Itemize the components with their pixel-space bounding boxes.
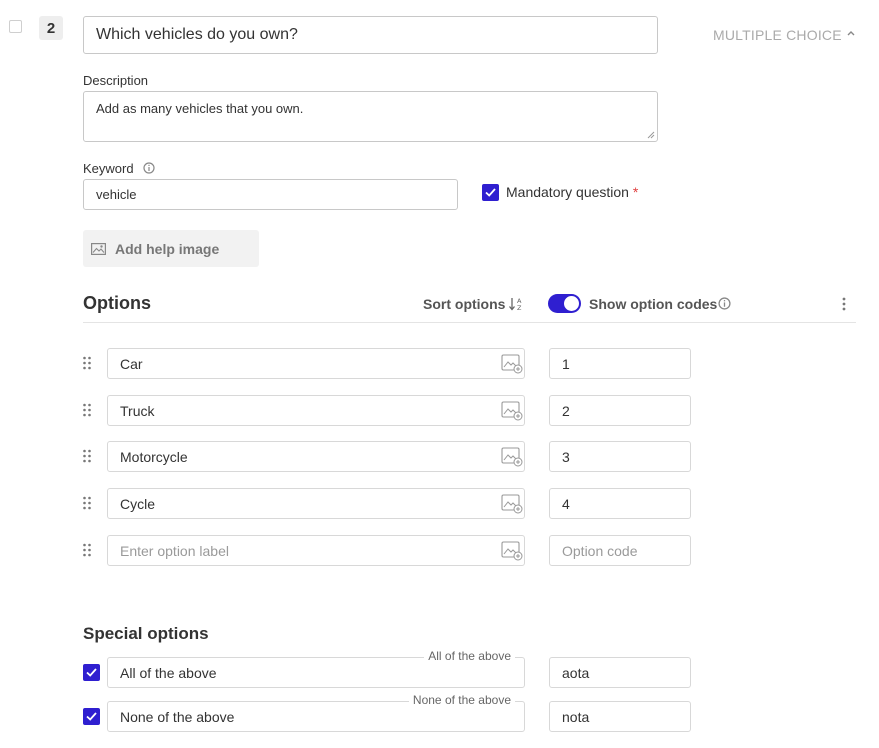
checkmark-icon [86, 712, 97, 721]
more-vertical-icon[interactable] [839, 296, 849, 312]
special-option-label-text: None of the above [120, 708, 235, 725]
option-label-text: Truck [120, 402, 155, 419]
mandatory-label-text: Mandatory question [506, 184, 629, 200]
add-option-image-icon[interactable] [501, 354, 523, 374]
option-code-input[interactable]: 3 [549, 441, 691, 472]
special-option-code-input[interactable]: aota [549, 657, 691, 688]
option-code-input[interactable]: 1 [549, 348, 691, 379]
special-options-title: Special options [83, 624, 209, 643]
svg-text:Z: Z [517, 304, 522, 312]
question-type-label[interactable]: MULTIPLE CHOICE [713, 27, 842, 43]
new-option-label-input[interactable]: Enter option label [107, 535, 525, 566]
keyword-label: Keyword [83, 161, 134, 176]
special-option-legend: None of the above [408, 693, 515, 707]
required-star: * [632, 184, 639, 200]
description-textarea[interactable]: Add as many vehicles that you own. [83, 91, 658, 142]
toggle-knob [564, 296, 579, 311]
new-option-code-placeholder: Option code [562, 542, 638, 559]
option-label-text: Car [120, 355, 143, 372]
add-option-image-icon[interactable] [501, 401, 523, 421]
option-code-input[interactable]: 4 [549, 488, 691, 519]
drag-handle-icon[interactable] [82, 403, 92, 417]
option-code-text: 1 [562, 355, 570, 372]
mandatory-checkbox[interactable] [482, 184, 499, 201]
add-option-image-icon[interactable] [501, 447, 523, 467]
add-option-image-icon[interactable] [501, 494, 523, 514]
special-option-label-text: All of the above [120, 664, 217, 681]
option-label-input[interactable]: Truck [107, 395, 525, 426]
special-option-checkbox[interactable] [83, 664, 100, 681]
mandatory-label: Mandatory question * [506, 184, 638, 200]
drag-handle-icon[interactable] [82, 496, 92, 510]
special-option-checkbox[interactable] [83, 708, 100, 725]
info-icon[interactable] [718, 297, 731, 310]
special-option-code-text: nota [562, 708, 590, 725]
add-option-image-icon[interactable] [501, 541, 523, 561]
show-option-codes-label: Show option codes [589, 296, 718, 312]
question-title-input[interactable]: Which vehicles do you own? [83, 16, 658, 54]
special-option-legend: All of the above [424, 649, 515, 663]
info-icon[interactable] [143, 162, 155, 174]
option-code-text: 3 [562, 448, 570, 465]
add-help-image-button[interactable]: Add help image [83, 230, 259, 267]
sort-options-button[interactable]: Sort options [423, 296, 505, 312]
option-code-text: 4 [562, 495, 570, 512]
add-help-image-label: Add help image [115, 240, 220, 257]
option-label-text: Cycle [120, 495, 156, 512]
options-title: Options [83, 293, 151, 313]
special-option-code-input[interactable]: nota [549, 701, 691, 732]
option-label-text: Motorcycle [120, 448, 188, 465]
special-option-code-text: aota [562, 664, 590, 681]
option-label-input[interactable]: Car [107, 348, 525, 379]
option-label-input[interactable]: Cycle [107, 488, 525, 519]
sort-az-icon[interactable]: A Z [508, 296, 524, 312]
checkmark-icon [485, 188, 496, 197]
option-code-input[interactable]: 2 [549, 395, 691, 426]
question-number-badge: 2 [39, 16, 63, 40]
description-text: Add as many vehicles that you own. [96, 101, 304, 116]
show-option-codes-toggle[interactable] [548, 294, 581, 313]
option-code-text: 2 [562, 402, 570, 419]
chevron-up-icon[interactable] [846, 28, 856, 38]
new-option-code-input[interactable]: Option code [549, 535, 691, 566]
drag-handle-icon[interactable] [82, 356, 92, 370]
image-icon [91, 242, 106, 255]
keyword-input[interactable]: vehicle [83, 179, 458, 210]
description-label: Description [83, 73, 149, 88]
new-option-label-placeholder: Enter option label [120, 542, 229, 559]
drag-handle-icon[interactable] [82, 543, 92, 557]
resize-grip-icon[interactable] [647, 131, 655, 139]
options-divider [83, 322, 856, 323]
drag-handle-icon[interactable] [82, 449, 92, 463]
checkmark-icon [86, 668, 97, 677]
option-label-input[interactable]: Motorcycle [107, 441, 525, 472]
select-question-checkbox[interactable] [9, 20, 22, 33]
